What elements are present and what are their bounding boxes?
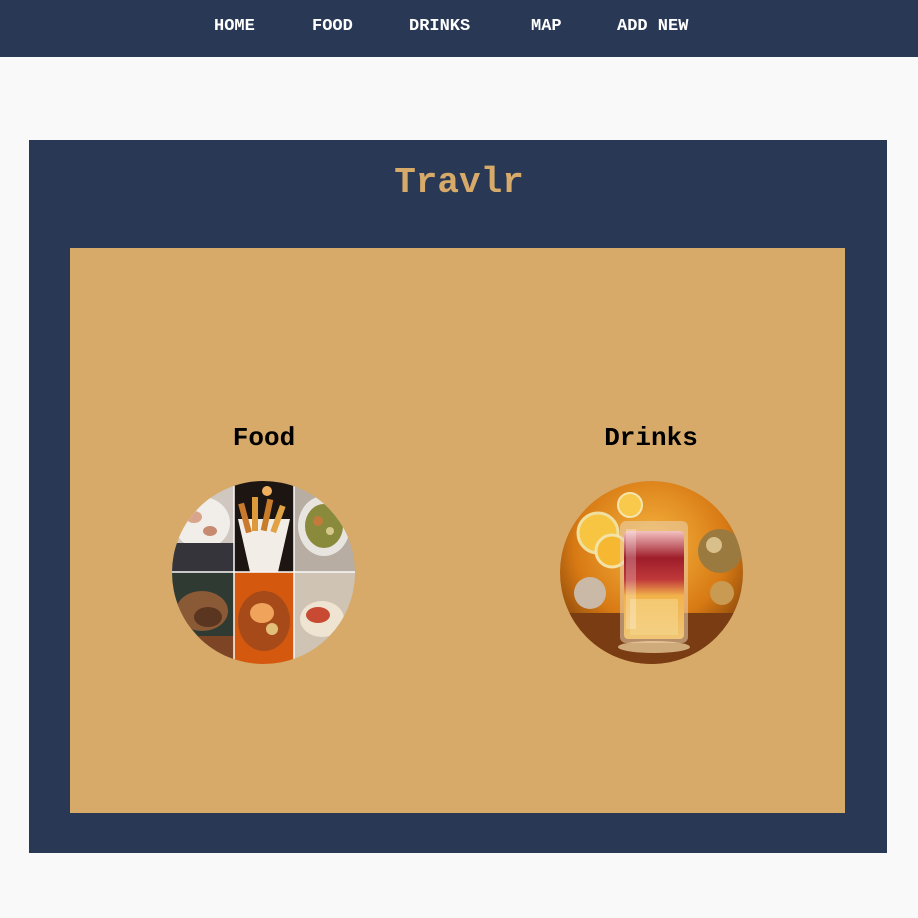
nav-add-new-link[interactable]: ADD NEW: [617, 17, 688, 37]
top-navbar: HOME FOOD DRINKS MAP ADD NEW: [0, 0, 918, 57]
food-collage-image: [172, 481, 355, 664]
food-card-title: Food: [232, 423, 296, 453]
site-title: Travlr: [394, 162, 524, 203]
nav-food-link[interactable]: FOOD: [312, 17, 353, 37]
food-card-image[interactable]: [172, 481, 355, 664]
drinks-card-image[interactable]: [560, 481, 743, 664]
nav-map-link[interactable]: MAP: [531, 17, 562, 37]
cocktail-image: [560, 481, 743, 664]
nav-drinks-link[interactable]: DRINKS: [409, 17, 470, 37]
drinks-card-title: Drinks: [604, 423, 698, 453]
nav-home-link[interactable]: HOME: [214, 17, 255, 37]
